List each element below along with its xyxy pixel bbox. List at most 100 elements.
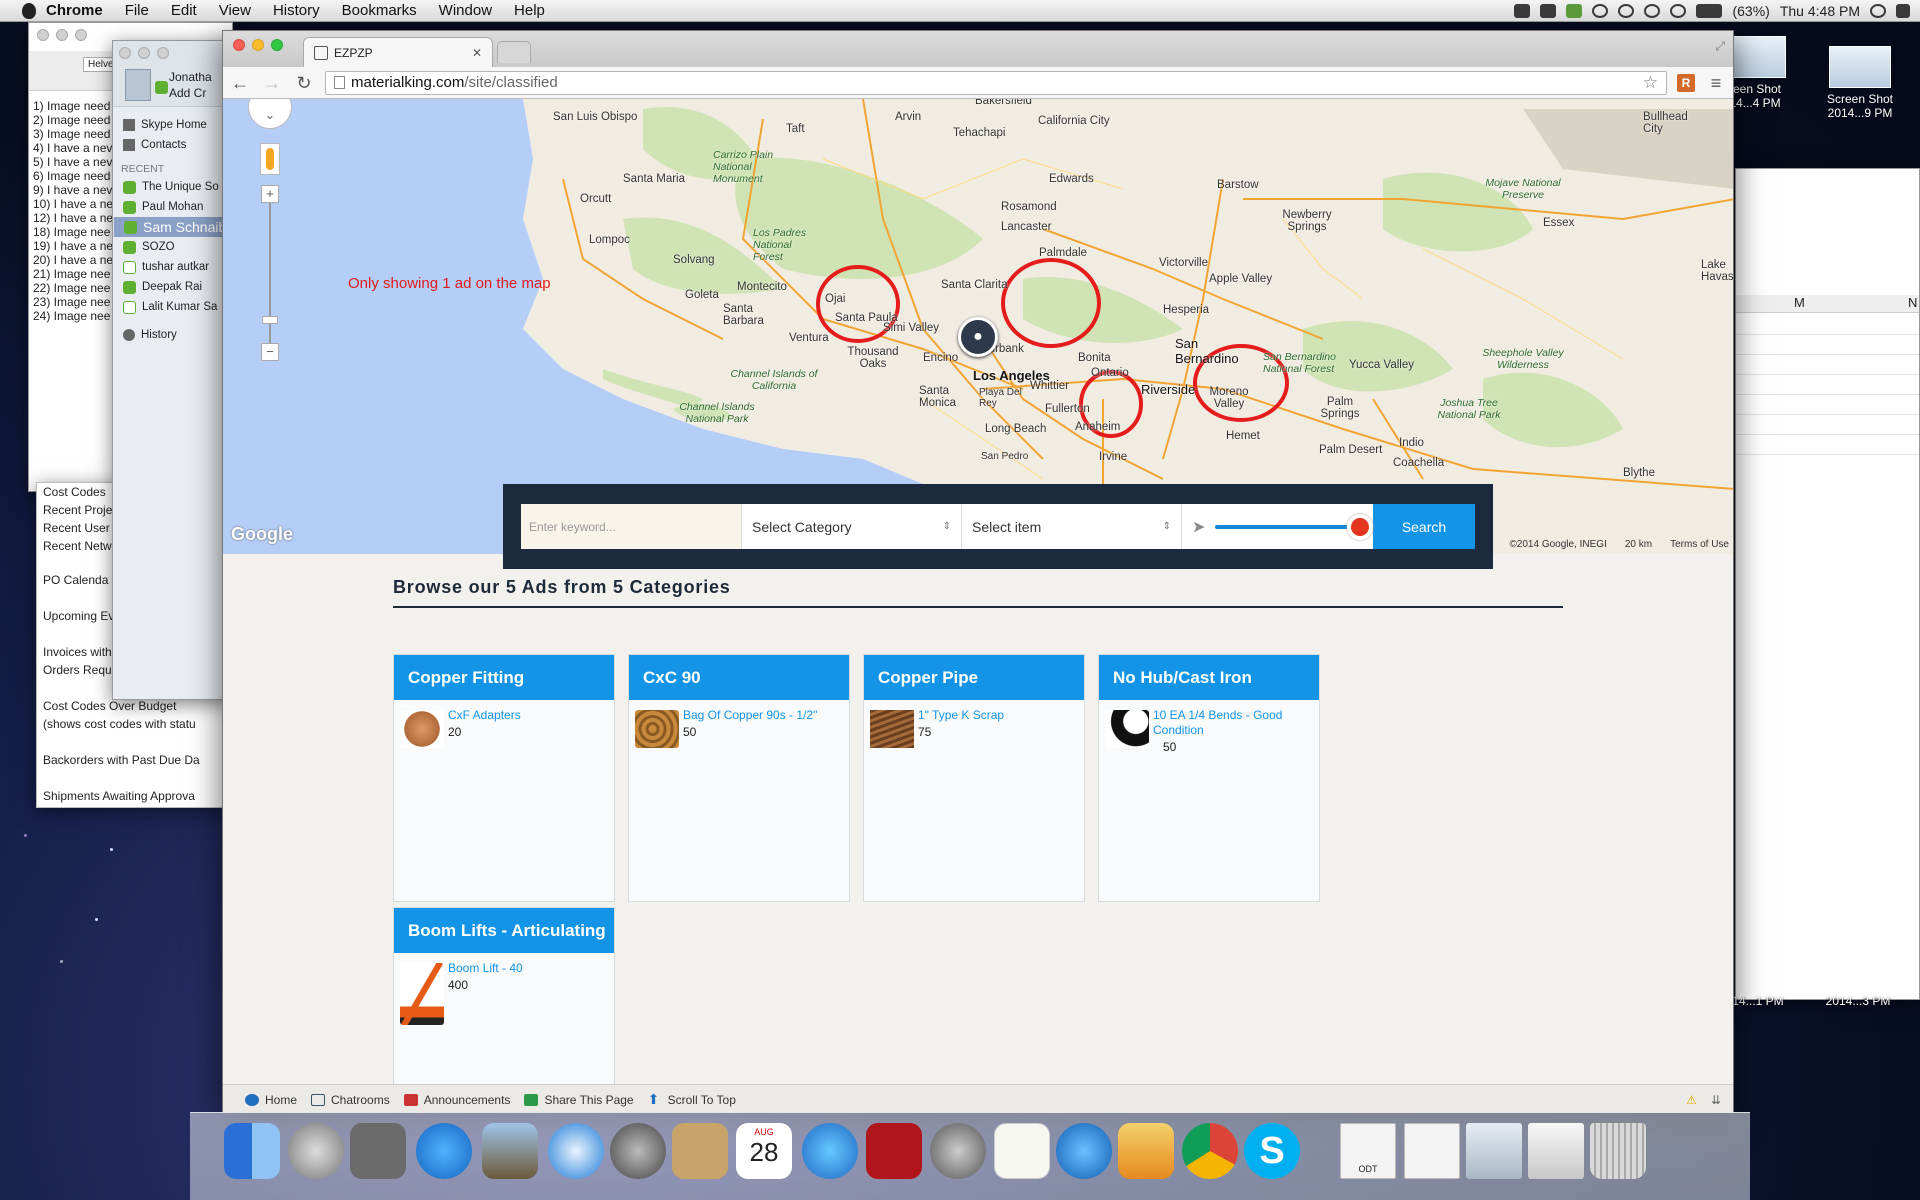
slider-handle[interactable]: [1347, 513, 1373, 540]
fullscreen-icon[interactable]: ⤢: [1715, 39, 1725, 54]
nav-skype-home[interactable]: Skype Home: [113, 115, 231, 135]
bluetooth-icon[interactable]: [1618, 4, 1635, 18]
paint-icon[interactable]: [1118, 1123, 1174, 1179]
ad-item[interactable]: Bag Of Copper 90s - 1/2" 50: [629, 700, 849, 760]
collapse-icon[interactable]: ⇊: [1711, 1093, 1721, 1107]
online-status-icon[interactable]: [155, 81, 168, 94]
zoom-icon[interactable]: [157, 47, 169, 59]
document-icon[interactable]: [1404, 1123, 1460, 1179]
minimize-icon[interactable]: [138, 47, 150, 59]
textedit-icon[interactable]: [994, 1123, 1050, 1179]
photos-icon[interactable]: [350, 1123, 406, 1179]
profile-name[interactable]: Jonatha Add Cr: [169, 69, 212, 101]
column-header[interactable]: M: [1794, 295, 1805, 310]
menu-history[interactable]: History: [262, 2, 331, 19]
scroll-top-link[interactable]: ⬆ Scroll To Top: [648, 1092, 736, 1107]
ad-thumbnail[interactable]: [635, 710, 679, 748]
distance-slider[interactable]: [1215, 513, 1373, 540]
apple-icon[interactable]: [22, 2, 36, 19]
ad-thumbnail[interactable]: [1105, 710, 1149, 748]
menu-file[interactable]: File: [114, 2, 160, 19]
category-select[interactable]: Select Category ⇕: [741, 504, 961, 549]
dashboard-link[interactable]: Upcoming Ev: [37, 609, 114, 623]
ad-title[interactable]: 10 EA 1/4 Bends - Good Condition: [1153, 708, 1319, 738]
category-title[interactable]: Copper Pipe: [864, 655, 1084, 700]
bookmark-star-icon[interactable]: ☆: [1643, 73, 1658, 93]
desktop-icon-screenshot[interactable]: 2014...3 PM: [1818, 994, 1898, 1008]
category-title[interactable]: CxC 90: [629, 655, 849, 700]
chatrooms-link[interactable]: Chatrooms: [311, 1093, 390, 1107]
ad-item[interactable]: 1" Type K Scrap 75: [864, 700, 1084, 760]
wifi-icon[interactable]: [1644, 4, 1661, 18]
contact-item[interactable]: SOZO: [113, 237, 231, 257]
menu-icon[interactable]: ≡: [1705, 72, 1727, 94]
skype-icon[interactable]: S: [1244, 1123, 1300, 1179]
zoom-out-button[interactable]: −: [261, 343, 279, 361]
ad-title[interactable]: CxF Adapters: [448, 708, 614, 723]
dashboard-link[interactable]: Recent Netw: [37, 539, 112, 553]
ad-thumbnail[interactable]: [400, 710, 444, 748]
calendar-icon[interactable]: AUG 28: [736, 1123, 792, 1179]
menu-view[interactable]: View: [208, 2, 262, 19]
volume-icon[interactable]: [1670, 4, 1687, 18]
dashboard-link[interactable]: Recent Proje: [37, 503, 112, 517]
minimize-icon[interactable]: [56, 29, 68, 41]
menu-app[interactable]: Chrome: [36, 2, 114, 19]
contact-item[interactable]: Paul Mohan: [113, 197, 231, 217]
nav-history[interactable]: History: [113, 325, 231, 345]
itunes-icon[interactable]: [802, 1123, 858, 1179]
close-icon[interactable]: [233, 39, 245, 51]
announcements-link[interactable]: Announcements: [403, 1093, 510, 1107]
document-text[interactable]: 1) Image need 2) Image need 3) Image nee…: [33, 99, 113, 323]
documents-stack-icon[interactable]: [1528, 1123, 1584, 1179]
zoom-icon[interactable]: [271, 39, 283, 51]
dashboard-link[interactable]: Cost Codes Over Budget: [37, 699, 176, 713]
pan-control[interactable]: ⌄: [248, 99, 292, 129]
time-machine-icon[interactable]: [1592, 4, 1609, 18]
category-title[interactable]: Copper Fitting: [394, 655, 614, 700]
dashboard-link[interactable]: Shipments Awaiting Approva: [37, 789, 195, 803]
share-link[interactable]: Share This Page: [524, 1093, 634, 1107]
contact-item[interactable]: Deepak Rai: [113, 277, 231, 297]
ad-thumbnail[interactable]: [400, 963, 444, 1025]
dashboard-link[interactable]: Invoices with: [37, 645, 112, 659]
item-select[interactable]: Select item ⇕: [961, 504, 1181, 549]
battery-percent[interactable]: (63%): [1732, 3, 1769, 19]
back-button[interactable]: ←: [229, 72, 251, 94]
tab-active[interactable]: EZPZP ✕: [303, 37, 493, 67]
ad-title[interactable]: Boom Lift - 40: [448, 961, 614, 976]
ad-title[interactable]: Bag Of Copper 90s - 1/2": [683, 708, 849, 723]
contact-item[interactable]: tushar autkar: [113, 257, 231, 277]
facetime-icon[interactable]: [610, 1123, 666, 1179]
address-bar[interactable]: materialking.com/site/classified ☆: [325, 70, 1667, 95]
keyword-input[interactable]: Enter keyword...: [521, 504, 741, 549]
ad-title[interactable]: 1" Type K Scrap: [918, 708, 1084, 723]
ad-thumbnail[interactable]: [870, 710, 914, 748]
evernote-icon[interactable]: [1514, 4, 1531, 18]
contact-item[interactable]: Lalit Kumar Sa: [113, 297, 231, 317]
menu-help[interactable]: Help: [503, 2, 556, 19]
spotlight-icon[interactable]: [1870, 4, 1886, 18]
extension-icon[interactable]: R: [1677, 73, 1695, 92]
dashboard-link[interactable]: Cost Codes: [37, 485, 106, 499]
mail-icon[interactable]: [482, 1123, 538, 1179]
menu-bookmarks[interactable]: Bookmarks: [331, 2, 428, 19]
ad-item[interactable]: 10 EA 1/4 Bends - Good Condition 50: [1099, 700, 1319, 760]
contact-item[interactable]: The Unique So: [113, 177, 231, 197]
download-icon[interactable]: [1566, 4, 1583, 18]
trash-icon[interactable]: [1590, 1123, 1646, 1179]
home-link[interactable]: Home: [245, 1093, 297, 1107]
category-title[interactable]: Boom Lifts - Articulating: [394, 908, 614, 953]
search-button[interactable]: Search: [1373, 504, 1475, 549]
nav-contacts[interactable]: Contacts: [113, 135, 231, 155]
new-tab-button[interactable]: [497, 41, 531, 63]
pegman-icon[interactable]: [260, 143, 280, 175]
menu-edit[interactable]: Edit: [160, 2, 208, 19]
desktop-icon-screenshot[interactable]: Screen Shot 2014...9 PM: [1820, 46, 1900, 120]
notification-center-icon[interactable]: [1896, 4, 1910, 18]
openoffice-icon[interactable]: [1056, 1123, 1112, 1179]
screenshot-stack-icon[interactable]: [1466, 1123, 1522, 1179]
zoom-in-button[interactable]: +: [261, 185, 279, 203]
terms-link[interactable]: Terms of Use: [1670, 539, 1729, 550]
close-tab-icon[interactable]: ✕: [472, 46, 482, 60]
